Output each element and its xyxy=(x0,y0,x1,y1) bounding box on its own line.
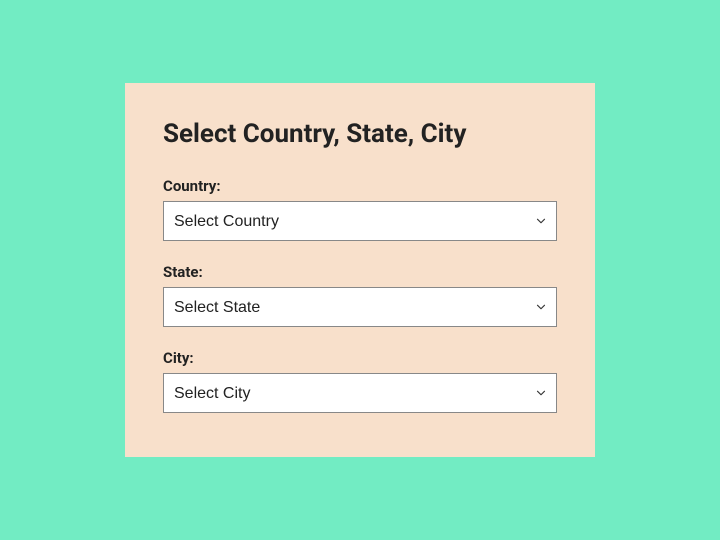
city-select[interactable]: Select City xyxy=(163,373,557,413)
form-card: Select Country, State, City Country: Sel… xyxy=(125,83,595,457)
state-select[interactable]: Select State xyxy=(163,287,557,327)
form-title: Select Country, State, City xyxy=(163,119,557,149)
state-label: State: xyxy=(163,263,557,281)
state-field-group: State: Select State xyxy=(163,263,557,327)
country-select[interactable]: Select Country xyxy=(163,201,557,241)
city-field-group: City: Select City xyxy=(163,349,557,413)
country-label: Country: xyxy=(163,177,557,195)
city-label: City: xyxy=(163,349,557,367)
country-field-group: Country: Select Country xyxy=(163,177,557,241)
